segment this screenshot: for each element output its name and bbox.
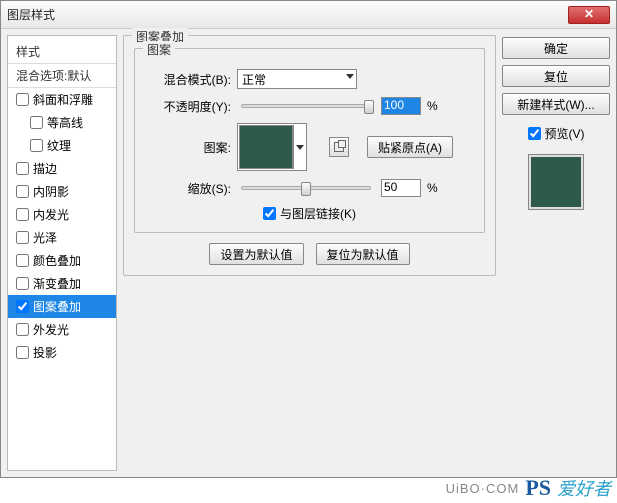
styles-sidebar: 样式 混合选项:默认 斜面和浮雕等高线纹理描边内阴影内发光光泽颜色叠加渐变叠加图… [7, 35, 117, 471]
sidebar-item[interactable]: 等高线 [8, 111, 116, 134]
pattern-swatch [239, 125, 293, 169]
sidebar-item-label: 等高线 [47, 114, 83, 131]
sidebar-item[interactable]: 内阴影 [8, 180, 116, 203]
new-preset-button[interactable] [329, 137, 349, 157]
pattern-picker[interactable] [237, 123, 307, 171]
watermark-logo: PS [525, 475, 551, 501]
style-checkbox[interactable] [30, 139, 43, 152]
preview-label: 预览(V) [545, 125, 585, 142]
reset-default-button[interactable]: 复位为默认值 [316, 243, 410, 265]
style-checkbox[interactable] [16, 346, 29, 359]
center-panel: 图案叠加 图案 混合模式(B): 正常 不透明度(Y): [123, 35, 496, 471]
sidebar-header[interactable]: 样式 [8, 40, 116, 64]
sidebar-item-label: 颜色叠加 [33, 252, 81, 269]
pattern-row: 图案: 贴紧原点(A) [145, 123, 474, 171]
layer-style-dialog: 图层样式 ✕ 样式 混合选项:默认 斜面和浮雕等高线纹理描边内阴影内发光光泽颜色… [0, 0, 617, 478]
sidebar-item-label: 斜面和浮雕 [33, 91, 93, 108]
chevron-down-icon [346, 74, 354, 79]
titlebar[interactable]: 图层样式 ✕ [1, 1, 616, 29]
watermark: UiBO·COM PS 爱好者 [446, 475, 611, 501]
sidebar-item[interactable]: 图案叠加 [8, 295, 116, 318]
blend-mode-value: 正常 [242, 71, 266, 88]
sidebar-item[interactable]: 描边 [8, 157, 116, 180]
reset-button[interactable]: 复位 [502, 65, 610, 87]
style-checkbox[interactable] [16, 185, 29, 198]
sidebar-item[interactable]: 颜色叠加 [8, 249, 116, 272]
sidebar-item-label: 内发光 [33, 206, 69, 223]
style-checkbox[interactable] [30, 116, 43, 129]
link-row: 与图层链接(K) [145, 205, 474, 222]
pattern-overlay-group: 图案叠加 图案 混合模式(B): 正常 不透明度(Y): [123, 35, 496, 276]
right-panel: 确定 复位 新建样式(W)... 预览(V) [502, 35, 610, 471]
style-checkbox[interactable] [16, 323, 29, 336]
preview-checkbox[interactable] [528, 127, 541, 140]
link-checkbox[interactable] [263, 207, 276, 220]
sidebar-blend-options[interactable]: 混合选项:默认 [8, 64, 116, 88]
preview-swatch [528, 154, 584, 210]
sidebar-item-label: 纹理 [47, 137, 71, 154]
link-label: 与图层链接(K) [280, 205, 356, 222]
preview-row: 预览(V) [502, 125, 610, 142]
sidebar-item[interactable]: 内发光 [8, 203, 116, 226]
scale-row: 缩放(S): 50 % [145, 179, 474, 197]
pattern-dropdown-icon[interactable] [293, 125, 305, 169]
style-checkbox[interactable] [16, 231, 29, 244]
sidebar-item[interactable]: 渐变叠加 [8, 272, 116, 295]
set-default-button[interactable]: 设置为默认值 [209, 243, 303, 265]
sidebar-item-label: 投影 [33, 344, 57, 361]
opacity-row: 不透明度(Y): 100 % [145, 97, 474, 115]
watermark-url: UiBO·COM [446, 481, 520, 496]
scale-label: 缩放(S): [145, 180, 231, 197]
blend-mode-select[interactable]: 正常 [237, 69, 357, 89]
sidebar-item[interactable]: 斜面和浮雕 [8, 88, 116, 111]
close-button[interactable]: ✕ [568, 6, 610, 24]
sidebar-item-label: 光泽 [33, 229, 57, 246]
pattern-group: 图案 混合模式(B): 正常 不透明度(Y): 100 [134, 48, 485, 233]
style-checkbox[interactable] [16, 93, 29, 106]
sidebar-item[interactable]: 外发光 [8, 318, 116, 341]
slider-thumb[interactable] [301, 182, 311, 196]
scale-input[interactable]: 50 [381, 179, 421, 197]
sidebar-item[interactable]: 纹理 [8, 134, 116, 157]
style-checkbox[interactable] [16, 300, 29, 313]
snap-origin-button[interactable]: 贴紧原点(A) [367, 136, 453, 158]
watermark-cn: 爱好者 [557, 475, 611, 501]
pattern-label: 图案: [145, 139, 231, 156]
sidebar-item[interactable]: 投影 [8, 341, 116, 364]
slider-thumb[interactable] [364, 100, 374, 114]
blend-mode-row: 混合模式(B): 正常 [145, 69, 474, 89]
style-checkbox[interactable] [16, 208, 29, 221]
window-title: 图层样式 [7, 6, 568, 23]
default-buttons: 设置为默认值 复位为默认值 [134, 243, 485, 265]
sidebar-item-label: 内阴影 [33, 183, 69, 200]
sidebar-item-label: 渐变叠加 [33, 275, 81, 292]
new-preset-icon [334, 142, 344, 152]
new-style-button[interactable]: 新建样式(W)... [502, 93, 610, 115]
percent-label: % [427, 99, 438, 113]
style-checkbox[interactable] [16, 277, 29, 290]
sidebar-item-label: 描边 [33, 160, 57, 177]
opacity-slider[interactable] [241, 104, 371, 108]
scale-slider[interactable] [241, 186, 371, 190]
percent-label: % [427, 181, 438, 195]
style-checkbox[interactable] [16, 254, 29, 267]
opacity-input[interactable]: 100 [381, 97, 421, 115]
dialog-content: 样式 混合选项:默认 斜面和浮雕等高线纹理描边内阴影内发光光泽颜色叠加渐变叠加图… [1, 29, 616, 477]
sidebar-item-label: 外发光 [33, 321, 69, 338]
ok-button[interactable]: 确定 [502, 37, 610, 59]
style-checkbox[interactable] [16, 162, 29, 175]
sidebar-item-label: 图案叠加 [33, 298, 81, 315]
sidebar-item[interactable]: 光泽 [8, 226, 116, 249]
opacity-label: 不透明度(Y): [145, 98, 231, 115]
blend-mode-label: 混合模式(B): [145, 71, 231, 88]
inner-group-title: 图案 [143, 41, 175, 58]
